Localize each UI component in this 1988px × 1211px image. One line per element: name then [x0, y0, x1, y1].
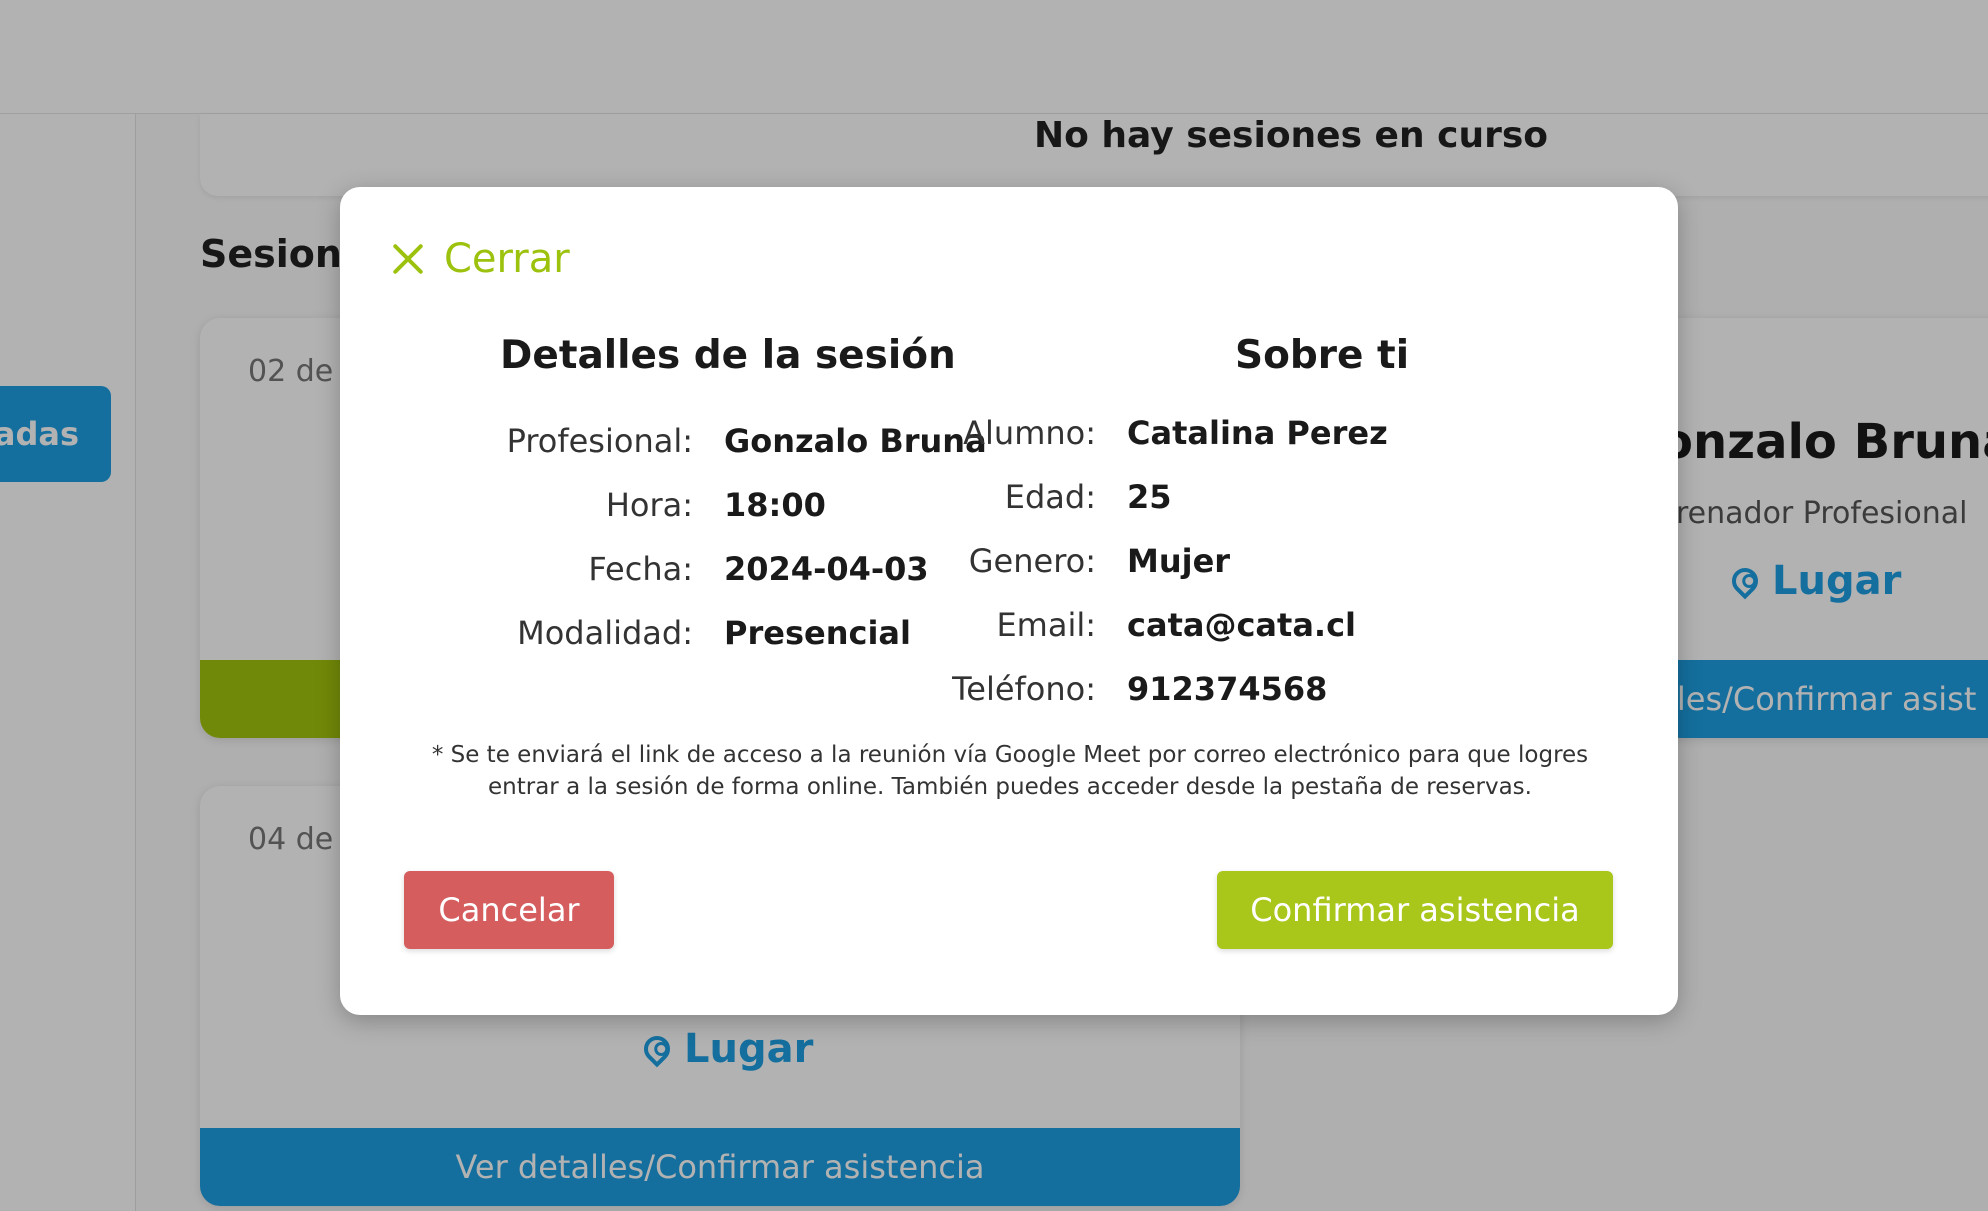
field-label: Fecha: — [588, 550, 693, 588]
session-details-title: Detalles de la sesión — [500, 333, 956, 378]
field-label: Modalidad: — [517, 614, 693, 652]
field-phone: Teléfono: 912374568 — [694, 665, 1327, 713]
field-label: Profesional: — [506, 422, 693, 460]
field-label: Genero: — [968, 542, 1096, 580]
field-value: cata@cata.cl — [1127, 606, 1356, 644]
field-student: Alumno: Catalina Perez — [694, 409, 1388, 457]
field-label: Hora: — [605, 486, 693, 524]
field-label: Alumno: — [963, 414, 1096, 452]
field-label: Email: — [996, 606, 1096, 644]
about-you-title: Sobre ti — [1235, 333, 1410, 378]
session-details-modal: Cerrar Detalles de la sesión Sobre ti Pr… — [340, 187, 1678, 1015]
meet-link-note: * Se te enviará el link de acceso a la r… — [431, 742, 1589, 800]
close-label: Cerrar — [444, 236, 570, 282]
close-icon — [390, 241, 426, 277]
field-label: Teléfono: — [952, 670, 1096, 708]
cancel-button[interactable]: Cancelar — [404, 871, 614, 949]
field-email: Email: cata@cata.cl — [694, 601, 1356, 649]
confirm-attendance-button[interactable]: Confirmar asistencia — [1217, 871, 1613, 949]
field-value: 912374568 — [1127, 670, 1328, 708]
field-value: 25 — [1127, 478, 1172, 516]
field-value: Mujer — [1127, 542, 1231, 580]
field-age: Edad: 25 — [694, 473, 1172, 521]
close-button[interactable]: Cerrar — [390, 233, 570, 285]
field-label: Edad: — [1004, 478, 1096, 516]
field-gender: Genero: Mujer — [694, 537, 1230, 585]
field-value: Catalina Perez — [1127, 414, 1388, 452]
